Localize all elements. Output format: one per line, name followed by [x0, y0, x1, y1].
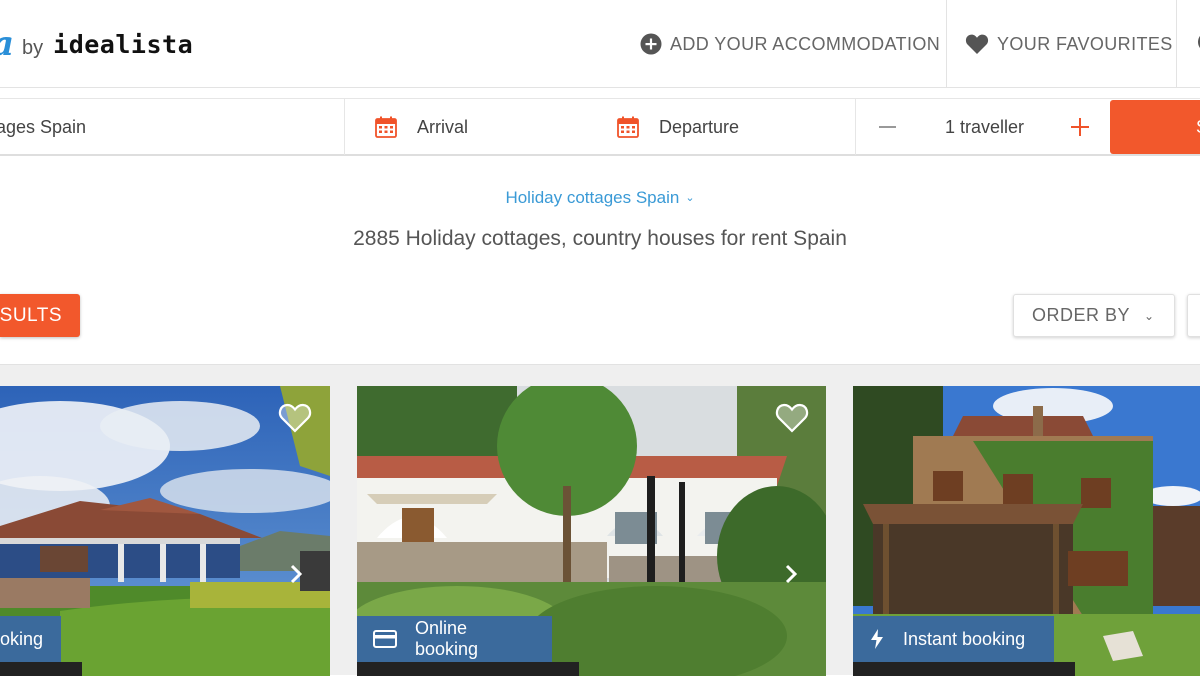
logo-by: by: [22, 36, 44, 59]
arrival-label: Arrival: [417, 116, 469, 137]
booking-badge-label: oking: [0, 628, 43, 649]
listing-card[interactable]: Online booking: [357, 386, 826, 676]
results-button[interactable]: ESULTS: [0, 294, 80, 337]
next-photo-icon[interactable]: [286, 562, 306, 586]
calendar-icon: [617, 116, 639, 138]
your-favourites-label: YOUR FAVOURITES: [997, 33, 1173, 54]
favourite-heart-icon[interactable]: [278, 402, 312, 434]
view-toggle-button[interactable]: [1187, 294, 1200, 337]
site-header: a by idealista ADD YOUR ACCOMMODATION YO…: [0, 0, 1200, 88]
breadcrumb-label: Holiday cottages Spain: [505, 188, 680, 207]
traveller-stepper: 1 traveller: [855, 99, 1110, 155]
search-button-label: S: [1196, 117, 1200, 138]
logo-mark: a: [0, 24, 14, 64]
decrease-travellers-button[interactable]: [876, 115, 900, 139]
listings-grid: oking Online booking Instant booking: [0, 364, 1200, 676]
add-accommodation-label: ADD YOUR ACCOMMODATION: [670, 33, 941, 54]
traveller-count: 1 traveller: [945, 117, 1025, 137]
account-menu[interactable]: [1176, 0, 1200, 88]
booking-badge-label: Instant booking: [903, 628, 1026, 649]
add-accommodation-link[interactable]: ADD YOUR ACCOMMODATION: [640, 0, 940, 88]
search-bar: ages Spain Arrival Departure 1 traveller: [0, 98, 1200, 156]
chevron-down-icon: ⌄: [685, 192, 695, 204]
card-icon: [373, 630, 397, 648]
listing-card[interactable]: oking: [0, 386, 330, 676]
departure-label: Departure: [659, 116, 740, 137]
increase-travellers-button[interactable]: [1068, 115, 1092, 139]
chevron-down-icon: ⌄: [1144, 308, 1155, 323]
search-button[interactable]: S: [1110, 100, 1200, 154]
price-strip: [357, 662, 579, 676]
booking-badge: oking: [0, 616, 61, 662]
destination-input[interactable]: ages Spain: [0, 99, 345, 155]
page-title: 2885 Holiday cottages, country houses fo…: [353, 227, 847, 250]
destination-value: ages Spain: [0, 116, 87, 137]
departure-date-field[interactable]: Departure: [617, 99, 739, 155]
breadcrumb[interactable]: Holiday cottages Spain ⌄: [0, 188, 1200, 208]
logo[interactable]: a by idealista: [0, 22, 193, 66]
listing-card[interactable]: Instant booking: [853, 386, 1200, 676]
booking-badge-label: Online booking: [415, 618, 479, 659]
arrival-date-field[interactable]: Arrival: [375, 99, 468, 155]
calendar-icon: [375, 116, 397, 138]
results-button-label: ESULTS: [0, 304, 62, 326]
booking-badge: Online booking: [357, 616, 552, 662]
heart-icon: [965, 33, 989, 55]
plus-circle-icon: [640, 33, 662, 55]
price-strip: [853, 662, 1075, 676]
your-favourites-link[interactable]: YOUR FAVOURITES: [946, 0, 1176, 88]
order-by-dropdown[interactable]: ORDER BY ⌄: [1013, 294, 1175, 337]
logo-brand: idealista: [53, 29, 194, 59]
lightning-icon: [869, 628, 885, 650]
price-strip: [0, 662, 82, 676]
booking-badge: Instant booking: [853, 616, 1054, 662]
favourite-heart-icon[interactable]: [775, 402, 809, 434]
order-by-label: ORDER BY: [1032, 305, 1131, 325]
next-photo-icon[interactable]: [781, 562, 801, 586]
